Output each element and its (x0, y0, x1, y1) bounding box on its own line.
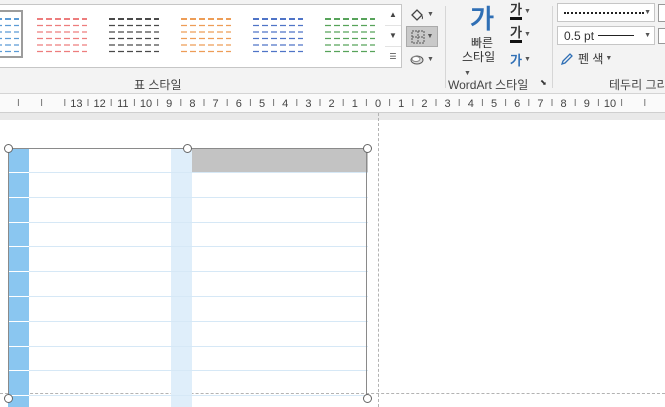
ruler-label: 6 (236, 98, 242, 110)
ruler-label: 5 (491, 98, 497, 110)
ruler-label: 11 (117, 98, 128, 110)
gallery-scroll: ▲ ▼ ☰ (385, 4, 402, 68)
ribbon: ▲ ▼ ☰ ▼ ▼ ▼ 표 스타일 가 빠른 스타일▼ 가 ▼ 가 ▼ 가 ▼ Wor… (0, 0, 665, 94)
ruler-label: 4 (468, 98, 474, 110)
shading-button[interactable]: ▼ (409, 6, 434, 22)
table-style-thumbnail[interactable] (0, 10, 23, 58)
ruler-label: 2 (329, 98, 335, 110)
table-style-preview-icon (109, 18, 159, 53)
eraser-icon[interactable] (658, 28, 665, 44)
table-style-preview-icon (37, 18, 87, 53)
ruler-label-zero: 0 (375, 98, 381, 110)
ruler-ticks: 13 12 11 10 9 8 7 6 5 4 3 2 1 0 1 2 3 4 5 6 7 8 9 10 (17, 98, 646, 110)
ruler-label: 13 (70, 98, 82, 110)
text-outline-button[interactable]: 가 ▼ (510, 26, 531, 43)
horizontal-ruler: 13 12 11 10 9 8 7 6 5 4 3 2 1 0 1 2 3 4 5 6 7 8 9 10 (0, 94, 665, 113)
text-fill-icon: 가 (510, 3, 522, 20)
dotted-line-icon (564, 11, 644, 14)
table-style-thumbnail[interactable] (34, 11, 90, 57)
gallery-more-icon[interactable]: ☰ (385, 47, 401, 67)
ruler-label: 8 (189, 98, 195, 110)
gallery-scroll-down-icon[interactable]: ▼ (385, 26, 401, 47)
ruler-label: 1 (352, 98, 358, 110)
gallery-scroll-up-icon[interactable]: ▲ (385, 5, 401, 26)
ruler-label: 2 (421, 98, 427, 110)
ruler-label: 9 (166, 98, 172, 110)
resize-handle-top-left[interactable] (4, 144, 13, 153)
resize-handle-top-right[interactable] (363, 144, 372, 153)
pen-color-label: 펜 색 (578, 52, 604, 66)
wordart-group-label: WordArt 스타일 (448, 78, 529, 92)
group-separator (445, 6, 446, 88)
table-style-thumbnail[interactable] (250, 11, 306, 57)
effects-button[interactable]: ▼ (409, 52, 434, 66)
resize-handle-bottom-left[interactable] (4, 394, 13, 403)
ruler-label: 1 (398, 98, 404, 110)
ruler-label: 5 (259, 98, 265, 110)
pen-color-button[interactable]: 펜 색 ▼ (560, 50, 612, 67)
quick-styles-label-2: 스타일 (462, 50, 496, 64)
text-fill-button[interactable]: 가 ▼ (510, 3, 531, 20)
ruler-label: 7 (213, 98, 219, 110)
table-styles-gallery (0, 4, 386, 68)
ruler-label: 10 (140, 98, 152, 110)
border-grid-icon (411, 30, 425, 43)
ruler-label: 3 (305, 98, 311, 110)
ruler-label: 12 (93, 98, 105, 110)
draw-borders-group-label: 테두리 그리기 (609, 78, 665, 92)
wordart-dialog-launcher-icon[interactable]: ⬊ (540, 78, 547, 87)
table-style-thumbnail[interactable] (322, 11, 378, 57)
text-outline-icon: 가 (510, 26, 522, 43)
resize-handle-top-middle[interactable] (183, 144, 192, 153)
guide-vertical (378, 113, 379, 407)
table-style-preview-icon (325, 18, 375, 53)
group-separator (552, 6, 553, 88)
table-style-preview-icon (0, 18, 19, 53)
quick-styles-button[interactable]: 가 빠른 스타일▼ (462, 2, 502, 81)
table-selection-frame (8, 148, 367, 399)
pen-weight-value: 0.5 pt (564, 28, 595, 43)
resize-handle-bottom-right[interactable] (363, 394, 372, 403)
effects-icon (410, 55, 424, 65)
paint-bucket-icon (411, 9, 423, 21)
quick-styles-label: 빠른 (470, 36, 494, 50)
borders-button[interactable]: ▼ (406, 26, 438, 47)
draw-table-icon[interactable] (658, 4, 665, 22)
ruler-label: 4 (282, 98, 288, 110)
quick-styles-icon: 가 (470, 4, 494, 34)
ruler-label: 9 (584, 98, 590, 110)
ruler-label: 10 (604, 98, 616, 110)
table-styles-group-label: 표 스타일 (134, 78, 182, 92)
ruler-label: 6 (514, 98, 520, 110)
pen-icon (560, 52, 573, 65)
table-style-thumbnail[interactable] (178, 11, 234, 57)
pen-style-dropdown[interactable]: ▼ (557, 3, 655, 22)
text-effects-icon: 가 (510, 53, 522, 68)
ruler-label: 7 (537, 98, 543, 110)
text-effects-button[interactable]: 가 ▼ (510, 50, 531, 69)
solid-line-icon (598, 35, 635, 36)
table-style-preview-icon (253, 18, 303, 53)
ruler-label: 3 (445, 98, 451, 110)
ruler-label: 8 (561, 98, 567, 110)
table-style-thumbnail[interactable] (106, 11, 162, 57)
table-style-preview-icon (181, 18, 231, 53)
pen-weight-dropdown[interactable]: 0.5 pt ▼ (557, 26, 655, 45)
